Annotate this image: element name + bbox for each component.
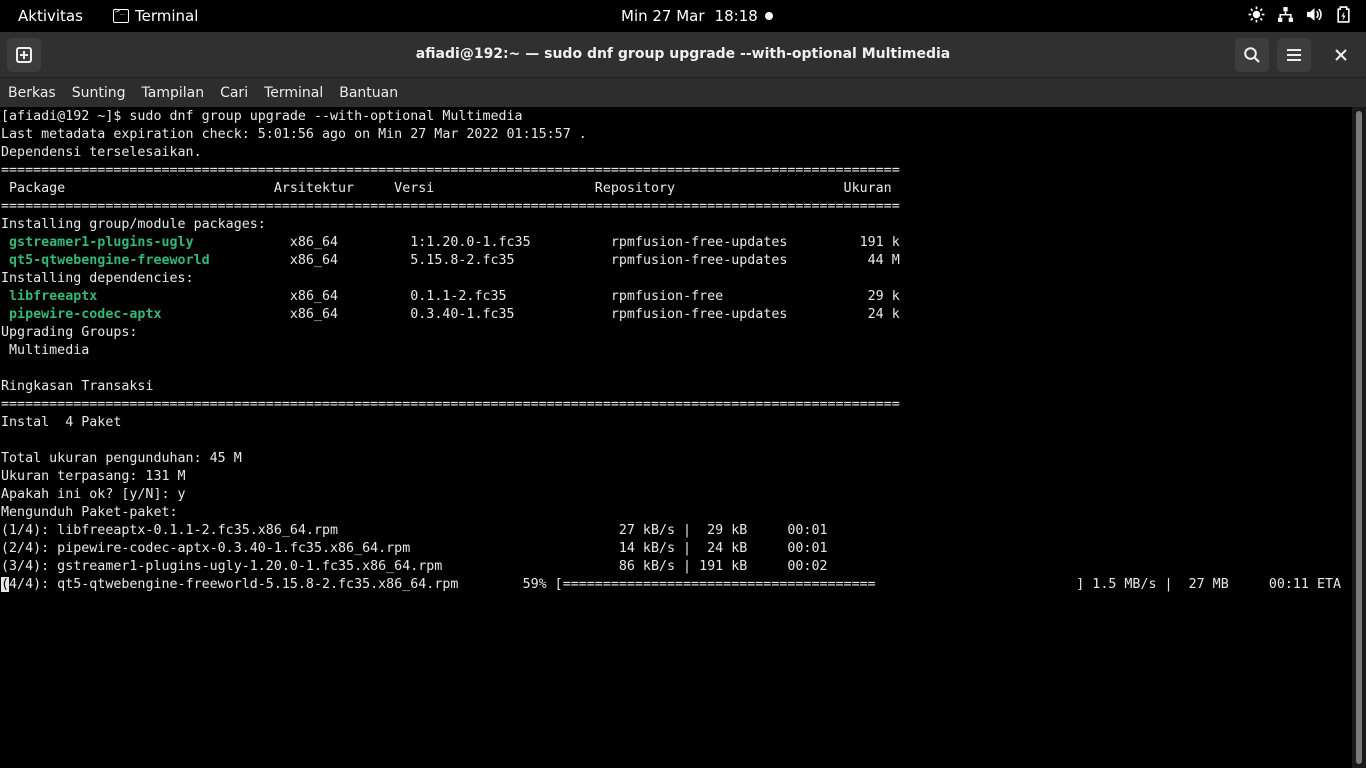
package-details: x86_64 0.3.40-1.fc35 rpmfusion-free-upda… (161, 307, 900, 322)
menu-sunting[interactable]: Sunting (72, 85, 126, 101)
close-icon (1335, 49, 1347, 61)
brightness-icon[interactable] (1248, 6, 1265, 23)
menu-terminal[interactable]: Terminal (264, 85, 323, 101)
package-name: qt5-qtwebengine-freeworld (9, 253, 210, 268)
package-name: gstreamer1-plugins-ugly (9, 235, 194, 250)
terminal-line: Dependensi terselesaikan. (1, 145, 202, 160)
menu-tampilan[interactable]: Tampilan (142, 85, 205, 101)
package-row: gstreamer1-plugins-ugly x86_64 1:1.20.0-… (1, 234, 1352, 252)
terminal-line: Apakah ini ok? [y/N]: y (1, 487, 186, 502)
package-row: libfreeaptx x86_64 0.1.1-2.fc35 rpmfusio… (1, 288, 1352, 306)
package-name: libfreeaptx (9, 289, 98, 304)
terminal-line: Total ukuran pengunduhan: 45 M (1, 451, 242, 466)
terminal-line: ========================================… (1, 199, 900, 214)
terminal-line: Installing dependencies: (1, 271, 194, 286)
app-menu-terminal[interactable]: Terminal (113, 6, 199, 25)
system-tray[interactable] (1248, 6, 1352, 23)
package-details: x86_64 1:1.20.0-1.fc35 rpmfusion-free-up… (193, 235, 900, 250)
battery-charging-icon[interactable] (1335, 6, 1352, 23)
package-row: pipewire-codec-aptx x86_64 0.3.40-1.fc35… (1, 306, 1352, 324)
terminal-line: Upgrading Groups: (1, 325, 138, 340)
terminal-line: Installing group/module packages: (1, 217, 266, 232)
network-wired-icon[interactable] (1277, 6, 1294, 23)
terminal-line: Ukuran terpasang: 131 M (1, 469, 186, 484)
terminal-line: ========================================… (1, 397, 900, 412)
window-title: afiadi@192:~ — sudo dnf group upgrade --… (415, 46, 951, 62)
terminal-scrollbar[interactable] (1352, 107, 1366, 768)
package-details: x86_64 5.15.8-2.fc35 rpmfusion-free-upda… (209, 253, 900, 268)
terminal-cursor: ( (1, 577, 10, 592)
menu-cari[interactable]: Cari (220, 85, 248, 101)
terminal-line: Instal 4 Paket (1, 415, 122, 430)
search-button[interactable] (1235, 38, 1269, 72)
terminal-line: (3/4): gstreamer1-plugins-ugly-1.20.0-1.… (1, 559, 828, 574)
main-menu-button[interactable] (1277, 38, 1311, 72)
clock[interactable]: Min 27 Mar 18:18 (621, 7, 758, 25)
terminal-line: ========================================… (1, 163, 900, 178)
package-row: qt5-qtwebengine-freeworld x86_64 5.15.8-… (1, 252, 1352, 270)
terminal-line: Multimedia (1, 343, 90, 358)
terminal-line: (1/4): libfreeaptx-0.1.1-2.fc35.x86_64.r… (1, 523, 828, 538)
download-progress-text: 4/4): qt5-qtwebengine-freeworld-5.15.8-2… (9, 577, 1342, 592)
clock-time: 18:18 (714, 7, 758, 25)
clock-date: Min 27 Mar (621, 7, 705, 25)
terminal-line: Mengunduh Paket-paket: (1, 505, 178, 520)
terminal-line: Package Arsitektur Versi Repository Ukur… (1, 181, 892, 196)
terminal-line: [afiadi@192 ~]$ sudo dnf group upgrade -… (1, 109, 523, 124)
menu-bar: Berkas Sunting Tampilan Cari Terminal Ba… (0, 78, 1366, 107)
package-details: x86_64 0.1.1-2.fc35 rpmfusion-free 29 k (97, 289, 900, 304)
close-window-button[interactable] (1330, 44, 1352, 66)
search-icon (1244, 47, 1260, 63)
app-menu-label: Terminal (135, 7, 199, 25)
terminal-icon (113, 6, 129, 23)
terminal-line: (2/4): pipewire-codec-aptx-0.3.40-1.fc35… (1, 541, 828, 556)
scrollbar-thumb[interactable] (1356, 111, 1362, 764)
menu-berkas[interactable]: Berkas (8, 85, 56, 101)
menu-bantuan[interactable]: Bantuan (339, 85, 398, 101)
activities-button[interactable]: Aktivitas (18, 7, 83, 25)
download-progress-line: (4/4): qt5-qtwebengine-freeworld-5.15.8-… (1, 576, 1352, 594)
hamburger-menu-icon (1287, 49, 1301, 61)
volume-icon[interactable] (1306, 6, 1323, 23)
terminal-output[interactable]: [afiadi@192 ~]$ sudo dnf group upgrade -… (0, 107, 1352, 768)
top-bar: Aktivitas Terminal Min 27 Mar 18:18 (0, 0, 1366, 32)
terminal-line: Ringkasan Transaksi (1, 379, 154, 394)
package-name: pipewire-codec-aptx (9, 307, 162, 322)
terminal-line: Last metadata expiration check: 5:01:56 … (1, 127, 587, 142)
notification-dot-icon (765, 12, 773, 20)
window-header-bar: afiadi@192:~ — sudo dnf group upgrade --… (0, 32, 1366, 78)
